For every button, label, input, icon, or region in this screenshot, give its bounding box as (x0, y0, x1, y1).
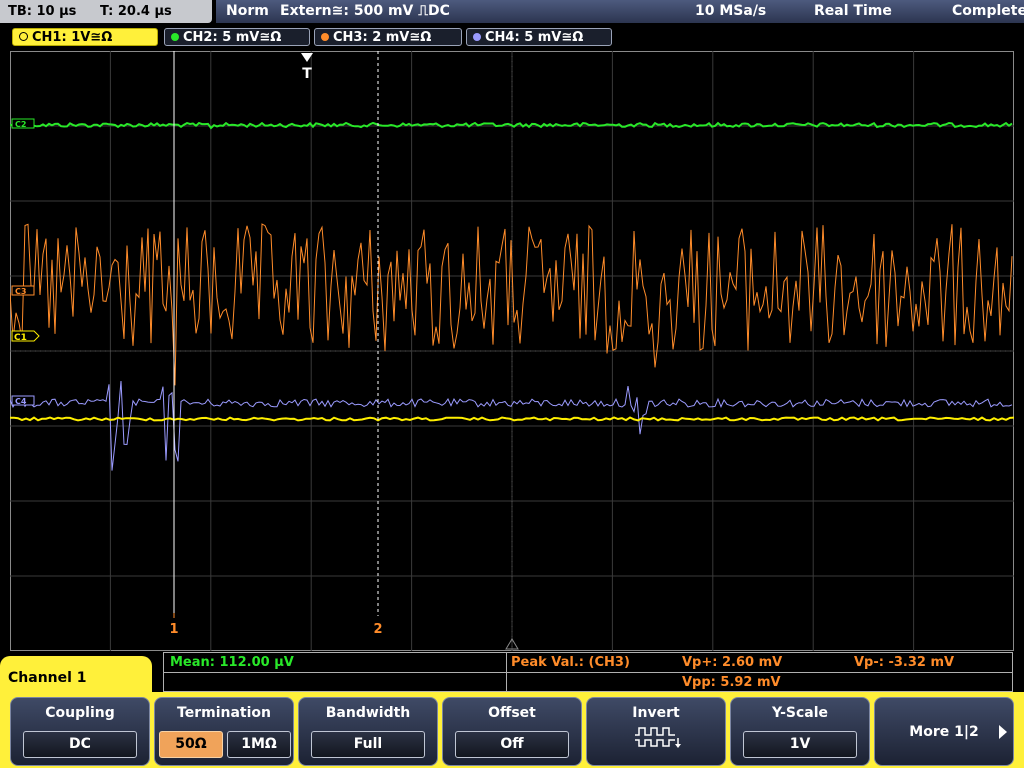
more-label: More 1|2 (909, 724, 979, 740)
offset-value[interactable]: Off (455, 731, 569, 758)
trigger-mode: Norm (226, 3, 269, 19)
coupling-softkey[interactable]: Coupling DC (10, 697, 150, 766)
yscale-value[interactable]: 1V (743, 731, 857, 758)
acquisition-panel[interactable]: Norm Extern≅: 500 mV ⎍DC 10 MSa/s Real T… (216, 0, 1024, 23)
svg-text:C4: C4 (15, 397, 27, 406)
offset-softkey[interactable]: Offset Off (442, 697, 582, 766)
ch1-offset-marker[interactable]: C1 (11, 330, 40, 343)
ch3-trace (10, 223, 1013, 386)
ch1-dot-icon (19, 32, 28, 41)
coupling-title: Coupling (45, 705, 115, 721)
tab-ch4-label: CH4: 5 mV≅Ω (485, 30, 584, 45)
coupling-value[interactable]: DC (23, 731, 137, 758)
arrow-right-icon (999, 725, 1007, 739)
tab-ch3[interactable]: CH3: 2 mV≅Ω (314, 28, 462, 46)
termination-softkey[interactable]: Termination 50Ω 1MΩ (154, 697, 294, 766)
peak-value-label: Peak Val.: (CH3) (511, 655, 630, 670)
ch2-dot-icon (171, 33, 179, 41)
termination-50ohm-option[interactable]: 50Ω (159, 731, 223, 758)
status-bar: TB: 10 µs T: 20.4 µs Norm Extern≅: 500 m… (0, 0, 1024, 25)
vpp-value: Vpp: 5.92 mV (682, 675, 781, 690)
more-softkey[interactable]: More 1|2 (874, 697, 1014, 766)
yscale-softkey[interactable]: Y-Scale 1V (730, 697, 870, 766)
bandwidth-softkey[interactable]: Bandwidth Full (298, 697, 438, 766)
tab-ch3-label: CH3: 2 mV≅Ω (333, 30, 432, 45)
menu-title: Channel 1 (0, 656, 152, 696)
mean-measurement: Mean: 112.00 µV (170, 655, 294, 670)
svg-text:C2: C2 (15, 120, 26, 129)
ch3-dot-icon (321, 33, 329, 41)
tab-ch4[interactable]: CH4: 5 mV≅Ω (466, 28, 612, 46)
ch2-trace (10, 121, 1013, 130)
tab-ch1[interactable]: CH1: 1V≅Ω (12, 28, 158, 46)
vp-minus-value: Vp-: -3.32 mV (854, 655, 955, 670)
trigger-marker-label: T (302, 66, 312, 82)
ch4-dot-icon (473, 33, 481, 41)
timebase-value: TB: 10 µs (8, 4, 77, 19)
vp-plus-value: Vp+: 2.60 mV (682, 655, 783, 670)
bandwidth-value[interactable]: Full (311, 731, 425, 758)
invert-waveform-icon (635, 727, 681, 748)
acquisition-state: Complete (952, 3, 1024, 19)
ch4-offset-marker[interactable]: C4 (11, 395, 35, 406)
trigger-source: Extern≅: 500 mV ⎍DC (280, 3, 450, 19)
sample-rate: 10 MSa/s (695, 3, 767, 19)
acquisition-mode: Real Time (814, 3, 892, 19)
ch2-offset-marker[interactable]: C2 (11, 118, 35, 129)
bandwidth-title: Bandwidth (325, 705, 411, 721)
termination-1mohm-option[interactable]: 1MΩ (227, 731, 291, 758)
ch3-offset-marker[interactable]: C3 (11, 285, 35, 296)
tab-ch2[interactable]: CH2: 5 mV≅Ω (164, 28, 310, 46)
svg-text:C1: C1 (14, 333, 27, 343)
measurement-panel[interactable]: Mean: 112.00 µV Peak Val.: (CH3) Vp+: 2.… (163, 652, 1013, 692)
menu-title-text: Channel 1 (8, 670, 87, 686)
invert-title: Invert (632, 705, 680, 721)
cursor-2-label: 2 (373, 622, 382, 637)
waveform-svg: T 1 2 C2 C3 C1 C4 (10, 51, 1014, 651)
svg-text:C3: C3 (15, 287, 26, 296)
yscale-title: Y-Scale (771, 705, 828, 721)
offset-title: Offset (488, 705, 536, 721)
cursor-1-label: 1 (169, 622, 178, 637)
invert-softkey[interactable]: Invert (586, 697, 726, 766)
timebase-panel[interactable]: TB: 10 µs T: 20.4 µs (0, 0, 212, 23)
tab-ch2-label: CH2: 5 mV≅Ω (183, 30, 282, 45)
termination-title: Termination (177, 705, 271, 721)
tab-ch1-label: CH1: 1V≅Ω (32, 30, 113, 45)
trigger-time-value: T: 20.4 µs (100, 4, 172, 19)
grid-lines (10, 51, 1014, 651)
